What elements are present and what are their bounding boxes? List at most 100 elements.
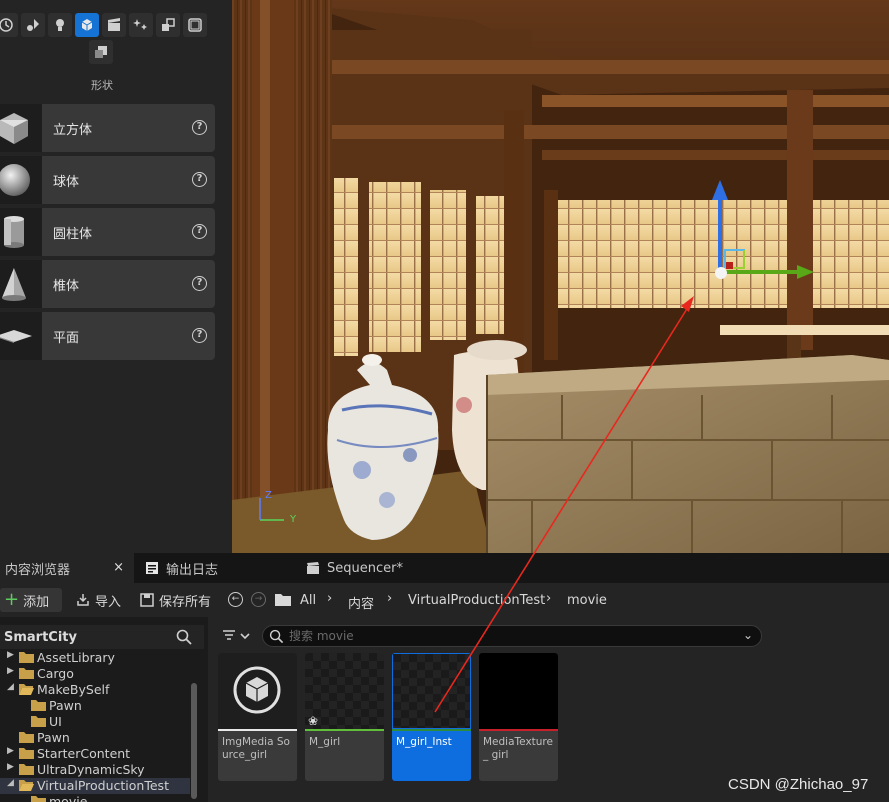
cinematic-icon[interactable] xyxy=(102,13,126,37)
help-icon[interactable]: ? xyxy=(192,172,207,187)
all-classes-icon[interactable] xyxy=(183,13,207,37)
shape-item-cylinder[interactable]: 圆柱体 ? xyxy=(0,208,215,256)
tree-item-assetlibrary[interactable]: ▶ AssetLibrary xyxy=(0,650,190,666)
history-back-icon[interactable]: ← xyxy=(228,592,243,607)
import-button[interactable]: 导入 xyxy=(76,588,121,612)
breadcrumb-separator-icon[interactable]: › xyxy=(387,591,392,606)
tree-item-virtualproductiontest[interactable]: ◢ VirtualProductionTest xyxy=(0,778,190,794)
folder-icon xyxy=(19,764,34,775)
tree-item-cargo[interactable]: ▶ Cargo xyxy=(0,666,190,682)
tree-root-title[interactable]: SmartCity xyxy=(4,630,77,645)
tree-item-label: VirtualProductionTest xyxy=(37,778,169,793)
cylinder-icon xyxy=(0,208,42,256)
asset-type-bar xyxy=(305,729,384,731)
asset-tile-media-texture[interactable]: MediaTexture_ girl xyxy=(479,653,558,781)
asset-search-box[interactable]: ⌄ xyxy=(262,625,762,647)
level-viewport[interactable]: Z Y xyxy=(232,0,889,553)
light-actors-icon[interactable] xyxy=(21,13,45,37)
save-all-button[interactable]: 保存所有 xyxy=(140,588,211,612)
add-button[interactable]: + 添加 xyxy=(0,588,62,612)
tab-label: Sequencer* xyxy=(327,560,403,576)
placement-mode-bar xyxy=(0,10,232,64)
asset-tile-m-girl[interactable]: ❀ M_girl xyxy=(305,653,384,781)
shape-item-cone[interactable]: 椎体 ? xyxy=(0,260,215,308)
watermark: CSDN @Zhichao_97 xyxy=(728,776,869,793)
chevron-right-icon[interactable]: ▶ xyxy=(7,650,14,660)
visual-effects-icon[interactable] xyxy=(129,13,153,37)
chevron-down-icon[interactable]: ◢ xyxy=(7,682,14,692)
search-icon[interactable] xyxy=(176,629,192,645)
tab-label: 内容浏览器 xyxy=(5,562,71,578)
tree-item-ultradynamicsky[interactable]: ▶ UltraDynamicSky xyxy=(0,762,190,778)
breadcrumb-content[interactable]: 内容 xyxy=(348,593,374,612)
breadcrumb-separator-icon[interactable]: › xyxy=(327,591,332,606)
folder-open-icon xyxy=(19,780,34,791)
recent-icon[interactable] xyxy=(0,13,18,37)
shape-label: 平面 xyxy=(53,331,80,346)
shape-item-plane[interactable]: 平面 ? xyxy=(0,312,215,360)
tree-item-label: movie xyxy=(49,794,88,802)
tab-content-browser[interactable]: 内容浏览器 × xyxy=(0,553,134,583)
shape-label: 圆柱体 xyxy=(53,227,93,242)
tree-scrollbar[interactable] xyxy=(191,683,197,799)
chevron-down-icon[interactable]: ◢ xyxy=(7,778,14,788)
help-icon[interactable]: ? xyxy=(192,328,207,343)
folder-icon[interactable] xyxy=(275,593,291,606)
help-icon[interactable]: ? xyxy=(192,224,207,239)
breadcrumb-virtualproductiontest[interactable]: VirtualProductionTest xyxy=(408,593,545,608)
breadcrumb-all[interactable]: All xyxy=(300,593,316,608)
tree-item-label: Pawn xyxy=(37,730,70,745)
media-source-icon xyxy=(218,653,297,729)
tree-item-label: UltraDynamicSky xyxy=(37,762,145,777)
asset-tile-imgmedia-source[interactable]: ImgMedia Source_girl xyxy=(218,653,297,781)
filter-icon[interactable] xyxy=(222,629,252,643)
axis-y-label: Y xyxy=(290,514,297,525)
cube-icon xyxy=(0,104,42,152)
tree-item-pawn[interactable]: Pawn xyxy=(0,730,190,746)
help-icon[interactable]: ? xyxy=(192,276,207,291)
shape-item-sphere[interactable]: 球体 ? xyxy=(0,156,215,204)
folder-open-icon xyxy=(19,684,34,695)
chevron-right-icon[interactable]: ▶ xyxy=(7,746,14,756)
clapperboard-icon xyxy=(307,562,319,574)
save-icon xyxy=(140,593,154,607)
folder-icon xyxy=(19,652,34,663)
history-forward-icon[interactable]: → xyxy=(251,592,266,607)
volumes-icon[interactable] xyxy=(156,13,180,37)
breadcrumb-movie[interactable]: movie xyxy=(567,593,607,608)
tree-header: SmartCity xyxy=(0,625,204,649)
tree-item-pawn[interactable]: Pawn xyxy=(0,698,190,714)
lightbulb-icon[interactable] xyxy=(48,13,72,37)
tree-item-makebyself[interactable]: ◢ MakeBySelf xyxy=(0,682,190,698)
chevron-down-icon[interactable]: ⌄ xyxy=(743,628,753,642)
chevron-right-icon[interactable]: ▶ xyxy=(7,666,14,676)
tab-output-log[interactable]: 输出日志 xyxy=(145,553,218,583)
asset-type-bar xyxy=(218,729,297,731)
tree-item-startercontent[interactable]: ▶ StarterContent xyxy=(0,746,190,762)
tree-item-ui[interactable]: UI xyxy=(0,714,190,730)
shape-item-cube[interactable]: 立方体 ? xyxy=(0,104,215,152)
tree-item-label: AssetLibrary xyxy=(37,650,115,665)
import-label: 导入 xyxy=(95,594,122,610)
viewport-scene xyxy=(232,0,889,553)
asset-name: ImgMedia Source_girl xyxy=(222,736,290,761)
close-icon[interactable]: × xyxy=(113,560,124,575)
asset-name: M_girl_Inst xyxy=(396,736,452,748)
plus-icon: + xyxy=(4,589,20,610)
tree-item-label: Cargo xyxy=(37,666,74,681)
search-icon xyxy=(269,629,284,644)
shapes-icon[interactable] xyxy=(75,13,99,37)
asset-name: M_girl xyxy=(309,736,341,748)
tree-item-movie[interactable]: movie xyxy=(0,794,190,802)
save-all-label: 保存所有 xyxy=(159,594,212,610)
help-icon[interactable]: ? xyxy=(192,120,207,135)
tree-item-label: UI xyxy=(49,714,62,729)
shape-label: 球体 xyxy=(53,175,80,190)
asset-tile-m-girl-inst[interactable]: M_girl_Inst xyxy=(392,653,471,781)
breadcrumb-separator-icon[interactable]: › xyxy=(546,591,551,606)
asset-search-input[interactable] xyxy=(289,627,729,645)
chevron-right-icon[interactable]: ▶ xyxy=(7,762,14,772)
geometry-icon[interactable] xyxy=(89,40,113,64)
tab-sequencer[interactable]: Sequencer* xyxy=(306,553,403,583)
bottom-tab-strip: 内容浏览器 × 输出日志 Sequencer* xyxy=(0,553,889,583)
